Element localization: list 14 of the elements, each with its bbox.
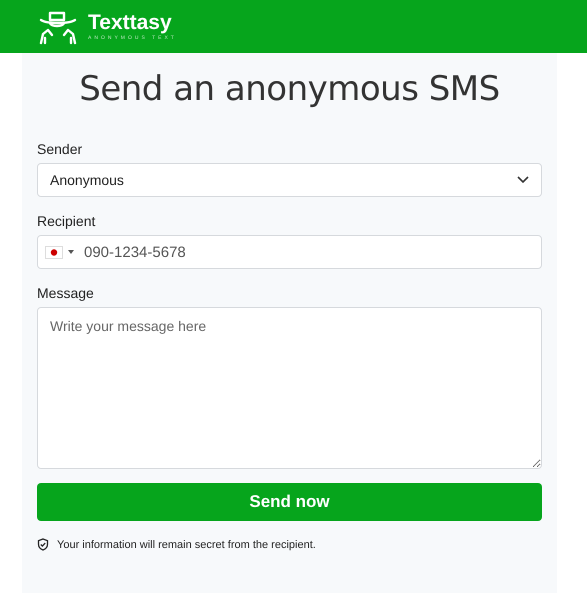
chevron-down-icon: [517, 176, 529, 184]
brand-name: Texttasy: [88, 12, 173, 34]
japan-flag-icon: [45, 246, 63, 258]
recipient-field[interactable]: 090-1234-5678: [37, 235, 542, 269]
page-title: Send an anonymous SMS: [78, 69, 501, 109]
field-label: Message: [37, 285, 95, 301]
sender-select[interactable]: Anonymous: [37, 163, 542, 197]
field-label: Recipient: [37, 213, 96, 229]
shield-check-icon: [37, 538, 49, 551]
phone-number-input[interactable]: 090-1234-5678: [82, 242, 541, 262]
privacy-note: Your information will remain secret from the recipient.: [57, 538, 316, 550]
caret-icon: [68, 250, 74, 254]
field-label: Sender: [37, 141, 84, 157]
message-field[interactable]: Write your message here: [37, 307, 542, 469]
